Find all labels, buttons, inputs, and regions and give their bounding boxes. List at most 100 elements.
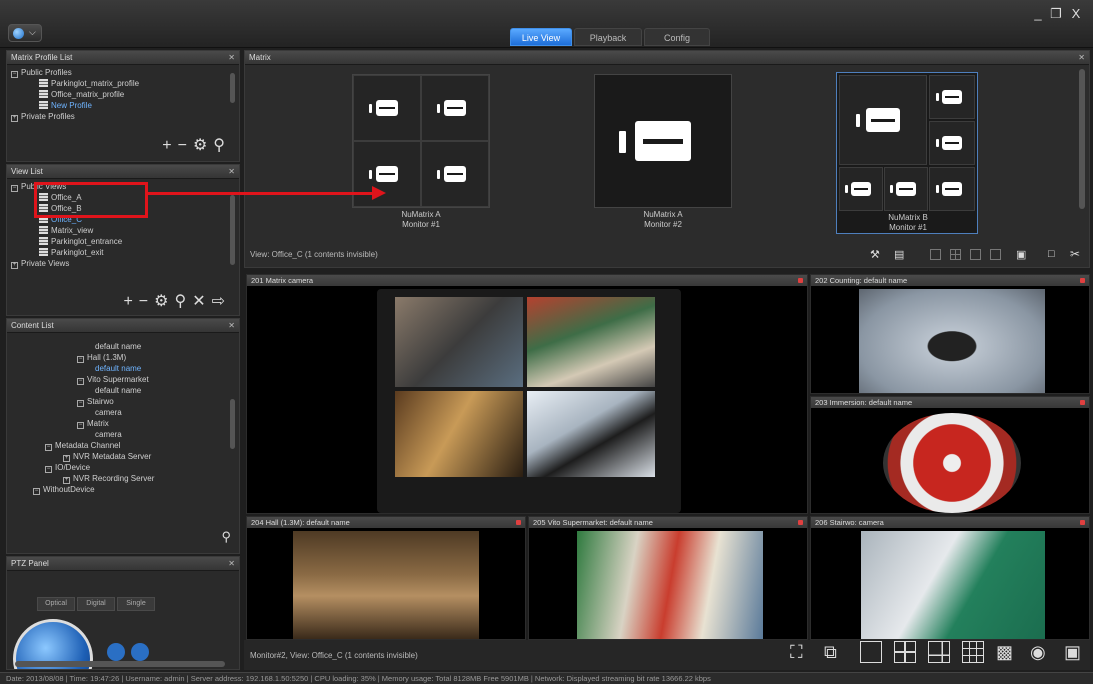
layout-1x1-button[interactable] xyxy=(860,641,882,663)
close-button[interactable]: X xyxy=(1068,6,1084,21)
matrix-cell[interactable] xyxy=(929,167,975,211)
camera-206[interactable]: 206 Stairwo: camera xyxy=(810,516,1090,640)
tree-item[interactable]: Matrix_view xyxy=(11,225,235,236)
tab-config[interactable]: Config xyxy=(644,28,710,46)
layout-1x1-icon[interactable] xyxy=(930,249,941,260)
matrix-cell[interactable] xyxy=(421,141,489,207)
close-icon[interactable] xyxy=(1080,400,1085,405)
tree-item[interactable]: + Private Views xyxy=(11,258,235,269)
layout-2x2-button[interactable] xyxy=(894,641,916,663)
tree-item[interactable]: New Profile xyxy=(11,100,235,111)
tree-item[interactable]: default name xyxy=(11,363,235,374)
tree-item[interactable]: − Matrix xyxy=(11,418,235,429)
camera-202[interactable]: 202 Counting: default name xyxy=(810,274,1090,394)
close-icon[interactable]: ✕ xyxy=(228,557,235,571)
layout-3x3-icon[interactable] xyxy=(990,249,1001,260)
panel-title: Matrix xyxy=(249,53,271,62)
zoom-in-button[interactable] xyxy=(107,643,125,661)
tree-item[interactable]: default name xyxy=(11,385,235,396)
tree-item[interactable]: − WithoutDevice xyxy=(11,484,235,495)
scrollbar[interactable] xyxy=(230,195,235,265)
export-layout-icon[interactable]: ▩ xyxy=(996,641,1018,663)
close-icon[interactable] xyxy=(1080,278,1085,283)
add-icon[interactable]: + xyxy=(123,293,138,310)
tree-item[interactable]: Parkinglot_entrance xyxy=(11,236,235,247)
layout-custom-icon[interactable] xyxy=(970,249,981,260)
monitor-a2[interactable] xyxy=(594,74,732,208)
tree-item[interactable]: default name xyxy=(11,341,235,352)
scrollbar[interactable] xyxy=(1079,69,1085,209)
export-icon[interactable]: ⇨ xyxy=(212,293,231,310)
matrix-cell[interactable] xyxy=(353,75,421,141)
horizontal-scrollbar[interactable] xyxy=(15,661,225,667)
trash-icon[interactable]: □ xyxy=(1048,248,1055,260)
close-icon[interactable]: ✕ xyxy=(228,51,235,65)
device-list-icon[interactable]: ▤ xyxy=(894,248,904,261)
close-icon[interactable] xyxy=(798,520,803,525)
tab-digital[interactable]: Digital xyxy=(77,597,115,611)
tree-item[interactable]: + NVR Metadata Server xyxy=(11,451,235,462)
layout-1plus5-button[interactable] xyxy=(928,641,950,663)
tab-playback[interactable]: Playback xyxy=(574,28,642,46)
tab-live-view[interactable]: Live View xyxy=(510,28,572,46)
swap-window-icon[interactable]: ⧉ xyxy=(824,641,846,663)
layout-2x2-icon[interactable] xyxy=(950,249,961,260)
tab-single[interactable]: Single xyxy=(117,597,155,611)
tree-item[interactable]: camera xyxy=(11,407,235,418)
search-icon[interactable]: ⚲ xyxy=(174,293,192,310)
restore-button[interactable]: ❐ xyxy=(1048,6,1064,22)
device-icon xyxy=(369,100,398,116)
remove-icon[interactable]: − xyxy=(178,137,193,154)
gear-icon[interactable]: ⚙ xyxy=(154,293,174,310)
camera-204[interactable]: 204 Hall (1.3M): default name xyxy=(246,516,526,640)
matrix-cell[interactable] xyxy=(839,167,883,211)
tree-item[interactable]: camera xyxy=(11,429,235,440)
layout-3x3-button[interactable] xyxy=(962,641,984,663)
tree-item[interactable]: Parkinglot_exit xyxy=(11,247,235,258)
tab-optical[interactable]: Optical xyxy=(37,597,75,611)
tree-item[interactable]: + NVR Recording Server xyxy=(11,473,235,484)
matrix-cell[interactable] xyxy=(839,75,927,165)
camera-205[interactable]: 205 Vito Supermarket: default name xyxy=(528,516,808,640)
tree-item[interactable]: Office_matrix_profile xyxy=(11,89,235,100)
camera-203[interactable]: 203 Immersion: default name xyxy=(810,396,1090,514)
close-icon[interactable]: ✕ xyxy=(228,319,235,333)
add-icon[interactable]: + xyxy=(162,137,177,154)
remove-icon[interactable]: − xyxy=(139,293,154,310)
close-icon[interactable]: ✕ xyxy=(1078,51,1085,65)
app-menu-button[interactable]: ⌵ xyxy=(8,24,42,42)
export-icon[interactable]: ▣ xyxy=(1016,248,1026,261)
matrix-cell[interactable] xyxy=(929,75,975,119)
matrix-cell[interactable] xyxy=(884,167,928,211)
close-icon[interactable]: ✕ xyxy=(228,165,235,179)
matrix-cell[interactable] xyxy=(929,121,975,165)
trash-icon[interactable]: ▣ xyxy=(1064,641,1086,663)
monitor-b1[interactable]: NuMatrix B Monitor #1 xyxy=(836,72,978,234)
tree-item[interactable]: − Stairwo xyxy=(11,396,235,407)
zoom-out-button[interactable] xyxy=(131,643,149,661)
scrollbar[interactable] xyxy=(230,73,235,103)
tools-icon[interactable]: ✕ xyxy=(192,293,211,310)
close-icon[interactable] xyxy=(516,520,521,525)
search-icon[interactable]: ⚲ xyxy=(213,137,231,154)
tree-item[interactable]: − Vito Supermarket xyxy=(11,374,235,385)
tree-item[interactable]: − Hall (1.3M) xyxy=(11,352,235,363)
unlink-icon[interactable]: ✂ xyxy=(1070,247,1080,261)
fullscreen-icon[interactable]: ⛶ xyxy=(790,641,812,663)
tree-item[interactable]: + Private Profiles xyxy=(11,111,235,122)
matrix-cell[interactable] xyxy=(353,141,421,207)
tree-item[interactable]: − IO/Device xyxy=(11,462,235,473)
close-icon[interactable] xyxy=(1080,520,1085,525)
tree-item[interactable]: − Metadata Channel xyxy=(11,440,235,451)
gear-icon[interactable]: ⚙ xyxy=(193,137,213,154)
pin-icon[interactable]: ⚒ xyxy=(870,248,880,261)
minimize-button[interactable]: _ xyxy=(1030,6,1046,21)
scrollbar[interactable] xyxy=(230,399,235,449)
search-icon[interactable]: ⚲ xyxy=(221,529,231,545)
matrix-cell[interactable] xyxy=(421,75,489,141)
camera-201[interactable]: 201 Matrix camera xyxy=(246,274,808,514)
close-icon[interactable] xyxy=(798,278,803,283)
tree-item[interactable]: − Public Profiles xyxy=(11,67,235,78)
camera-snapshot-icon[interactable]: ◉ xyxy=(1030,641,1052,663)
tree-item[interactable]: Parkinglot_matrix_profile xyxy=(11,78,235,89)
